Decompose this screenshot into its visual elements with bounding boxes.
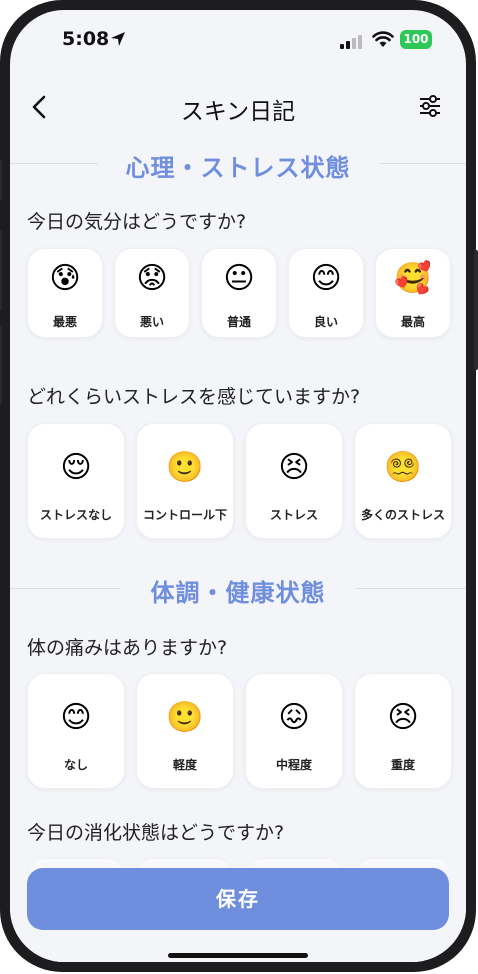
section-header-mental: 心理・ストレス状態: [10, 148, 466, 182]
stress-option-controlled[interactable]: 🙂 コントロール下: [136, 423, 234, 539]
status-bar: 5:08 100: [10, 28, 466, 54]
mood-option-bad[interactable]: 😟 悪い: [114, 248, 190, 338]
option-label: 軽度: [172, 758, 197, 772]
mood-option-best[interactable]: 🥰 最高: [375, 248, 451, 338]
persevering-face-icon: 😣: [278, 450, 310, 485]
page-title: スキン日記: [180, 99, 296, 125]
neutral-face-icon: 😐: [223, 261, 255, 296]
screen: 5:08 100 スキン日記 心理・ストレス状態 今日の気分はどうですか? 😰 …: [10, 10, 466, 962]
face-with-spiral-eyes-icon: 😵‍💫: [384, 450, 422, 485]
home-indicator: [168, 953, 308, 958]
volume-down-button: [0, 325, 2, 405]
slightly-smiling-face-icon: 🙂: [166, 450, 204, 485]
option-label: なし: [63, 758, 88, 772]
save-button[interactable]: 保存: [27, 868, 449, 930]
battery-indicator: 100: [400, 30, 432, 49]
option-label: コントロール下: [142, 508, 227, 522]
cellular-signal-icon: [340, 34, 364, 53]
settings-sliders-icon[interactable]: [418, 95, 442, 121]
power-button: [474, 250, 478, 370]
option-label: 最高: [400, 315, 425, 329]
option-label: 多くのストレス: [360, 508, 445, 522]
mood-option-neutral[interactable]: 😐 普通: [201, 248, 277, 338]
section-title-mental: 心理・ストレス状態: [125, 154, 351, 182]
option-label: ストレス: [269, 508, 318, 522]
smiling-face-icon: 😊: [60, 700, 92, 735]
mood-question: 今日の気分はどうですか?: [27, 211, 247, 233]
option-label: 中程度: [275, 758, 312, 772]
option-label: 良い: [313, 315, 338, 329]
section-title-physical: 体調・健康状態: [150, 579, 326, 607]
confounded-face-icon: 😖: [278, 700, 310, 735]
persevering-face-icon: 😣: [387, 700, 419, 735]
option-label: 悪い: [139, 315, 164, 329]
mood-option-good[interactable]: 😊 良い: [288, 248, 364, 338]
nav-bar: スキン日記: [10, 88, 466, 128]
pain-option-none[interactable]: 😊 なし: [27, 673, 125, 789]
pain-option-moderate[interactable]: 😖 中程度: [245, 673, 343, 789]
stress-option-high[interactable]: 😵‍💫 多くのストレス: [354, 423, 452, 539]
option-label: ストレスなし: [39, 508, 112, 522]
worried-face-icon: 😟: [136, 261, 168, 296]
pain-option-severe[interactable]: 😣 重度: [354, 673, 452, 789]
stress-option-stress[interactable]: 😣 ストレス: [245, 423, 343, 539]
location-arrow-icon: [110, 31, 126, 51]
option-label: 普通: [226, 315, 251, 329]
smiling-face-with-hearts-icon: 🥰: [394, 261, 432, 296]
volume-up-button: [0, 230, 2, 310]
mood-option-worst[interactable]: 😰 最悪: [27, 248, 103, 338]
anxious-face-icon: 😰: [49, 261, 81, 296]
slightly-smiling-face-icon: 🙂: [166, 700, 204, 735]
section-header-physical: 体調・健康状態: [10, 573, 466, 607]
stress-option-none[interactable]: 😌 ストレスなし: [27, 423, 125, 539]
smiling-face-icon: 😊: [310, 261, 342, 296]
phone-frame: 5:08 100 スキン日記 心理・ストレス状態 今日の気分はどうですか? 😰 …: [0, 0, 478, 972]
option-label: 最悪: [52, 315, 77, 329]
pain-question: 体の痛みはありますか?: [27, 637, 228, 659]
pain-option-mild[interactable]: 🙂 軽度: [136, 673, 234, 789]
wifi-icon: [372, 31, 394, 52]
stress-question: どれくらいストレスを感じていますか?: [27, 386, 361, 408]
status-time: 5:08: [62, 28, 110, 50]
option-label: 重度: [390, 758, 415, 772]
relieved-face-icon: 😌: [60, 450, 92, 485]
side-button: [0, 160, 2, 200]
